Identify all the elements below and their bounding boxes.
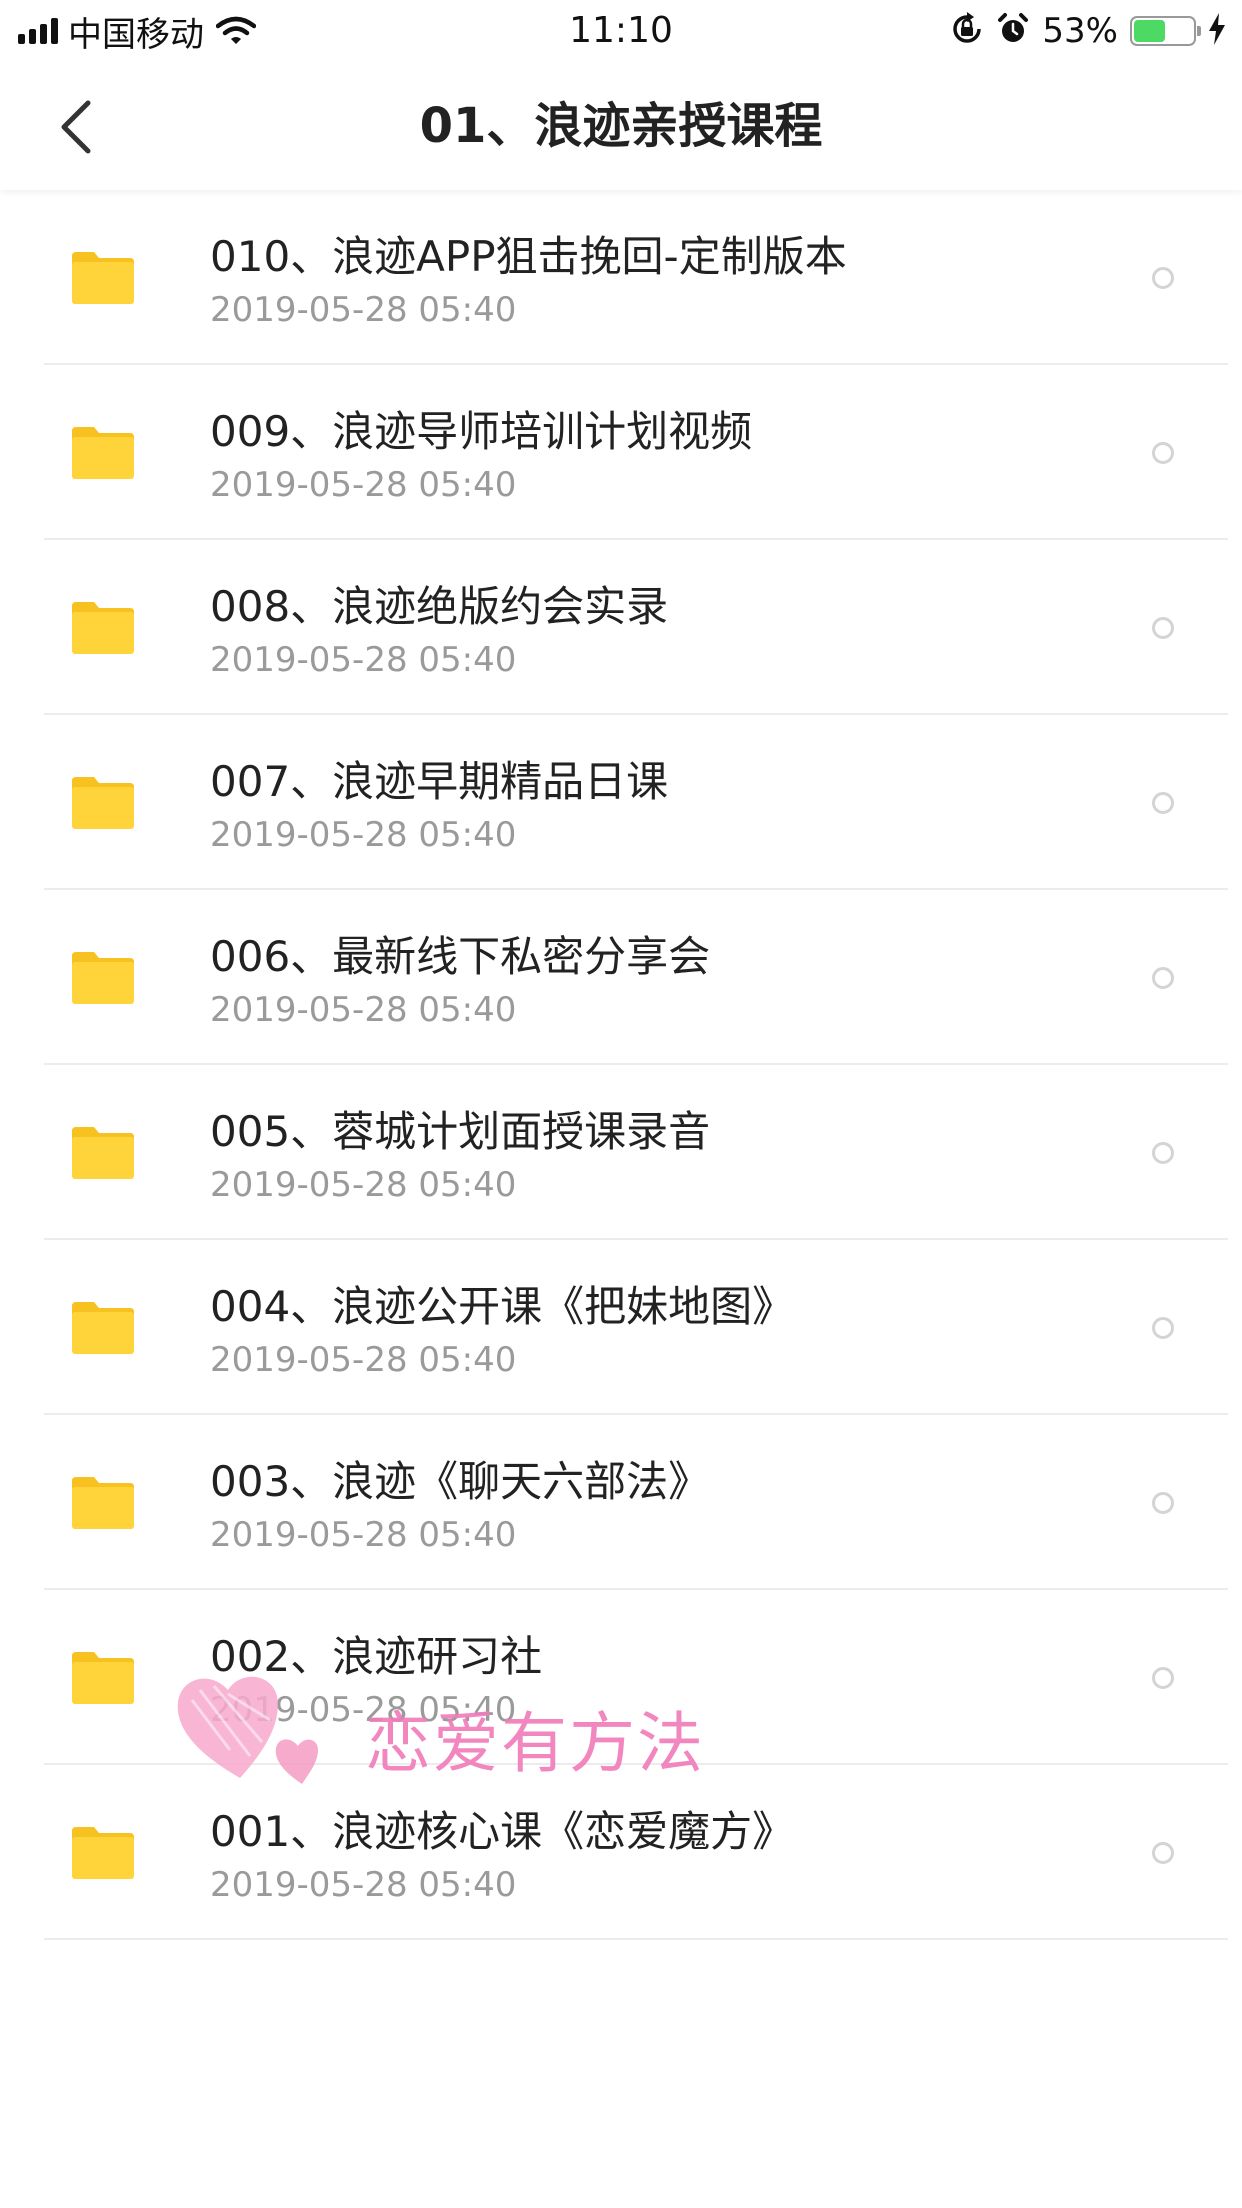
select-radio[interactable]: [1152, 442, 1174, 464]
select-radio[interactable]: [1152, 792, 1174, 814]
list-item[interactable]: 003、浪迹《聊天六部法》 2019-05-28 05:40: [0, 1415, 1242, 1590]
file-name: 008、浪迹绝版约会实录: [210, 582, 669, 631]
file-name: 007、浪迹早期精品日课: [210, 757, 669, 806]
list-item[interactable]: 006、最新线下私密分享会 2019-05-28 05:40: [0, 890, 1242, 1065]
list-item[interactable]: 004、浪迹公开课《把妹地图》 2019-05-28 05:40: [0, 1240, 1242, 1415]
list-item[interactable]: 009、浪迹导师培训计划视频 2019-05-28 05:40: [0, 365, 1242, 540]
file-name: 010、浪迹APP狙击挽回-定制版本: [210, 232, 847, 281]
list-item[interactable]: 005、蓉城计划面授课录音 2019-05-28 05:40: [0, 1065, 1242, 1240]
folder-icon: [72, 1652, 134, 1704]
file-date: 2019-05-28 05:40: [210, 640, 517, 680]
alarm-icon: [996, 12, 1030, 50]
select-radio[interactable]: [1152, 967, 1174, 989]
status-bar: 中国移动 11:10 53%: [0, 0, 1242, 62]
list-item[interactable]: 007、浪迹早期精品日课 2019-05-28 05:40: [0, 715, 1242, 890]
battery-level-fill: [1134, 20, 1165, 42]
file-date: 2019-05-28 05:40: [210, 1865, 517, 1905]
status-bar-right: 53%: [950, 8, 1226, 54]
nav-bar: 01、浪迹亲授课程: [0, 62, 1242, 190]
select-radio[interactable]: [1152, 1842, 1174, 1864]
folder-icon: [72, 1127, 134, 1179]
battery-percent: 53%: [1042, 11, 1118, 51]
file-date: 2019-05-28 05:40: [210, 1165, 517, 1205]
file-date: 2019-05-28 05:40: [210, 1340, 517, 1380]
back-button[interactable]: [40, 92, 110, 162]
page-title: 01、浪迹亲授课程: [419, 98, 823, 154]
file-date: 2019-05-28 05:40: [210, 290, 517, 330]
select-radio[interactable]: [1152, 1317, 1174, 1339]
select-radio[interactable]: [1152, 1142, 1174, 1164]
folder-icon: [72, 427, 134, 479]
file-date: 2019-05-28 05:40: [210, 990, 517, 1030]
folder-icon: [72, 252, 134, 304]
folder-icon: [72, 1827, 134, 1879]
select-radio[interactable]: [1152, 267, 1174, 289]
chevron-left-icon: [61, 100, 91, 154]
file-date: 2019-05-28 05:40: [210, 1690, 517, 1730]
folder-icon: [72, 602, 134, 654]
folder-icon: [72, 1477, 134, 1529]
file-name: 006、最新线下私密分享会: [210, 932, 711, 981]
file-date: 2019-05-28 05:40: [210, 465, 517, 505]
select-radio[interactable]: [1152, 617, 1174, 639]
list-item[interactable]: 008、浪迹绝版约会实录 2019-05-28 05:40: [0, 540, 1242, 715]
list-item[interactable]: 001、浪迹核心课《恋爱魔方》 2019-05-28 05:40: [0, 1765, 1242, 1940]
file-list: 010、浪迹APP狙击挽回-定制版本 2019-05-28 05:40 009、浪迹…: [0, 190, 1242, 1940]
file-name: 003、浪迹《聊天六部法》: [210, 1457, 711, 1506]
file-name: 005、蓉城计划面授课录音: [210, 1107, 711, 1156]
charging-icon: [1208, 13, 1226, 49]
folder-icon: [72, 952, 134, 1004]
file-name: 002、浪迹研习社: [210, 1632, 543, 1681]
select-radio[interactable]: [1152, 1667, 1174, 1689]
list-item[interactable]: 010、浪迹APP狙击挽回-定制版本 2019-05-28 05:40: [0, 190, 1242, 365]
folder-icon: [72, 1302, 134, 1354]
file-date: 2019-05-28 05:40: [210, 815, 517, 855]
file-date: 2019-05-28 05:40: [210, 1515, 517, 1555]
file-name: 001、浪迹核心课《恋爱魔方》: [210, 1807, 795, 1856]
select-radio[interactable]: [1152, 1492, 1174, 1514]
list-item[interactable]: 002、浪迹研习社 2019-05-28 05:40: [0, 1590, 1242, 1765]
file-name: 009、浪迹导师培训计划视频: [210, 407, 753, 456]
file-name: 004、浪迹公开课《把妹地图》: [210, 1282, 795, 1331]
orientation-lock-icon: [950, 12, 984, 50]
battery-icon: [1130, 16, 1201, 46]
folder-icon: [72, 777, 134, 829]
